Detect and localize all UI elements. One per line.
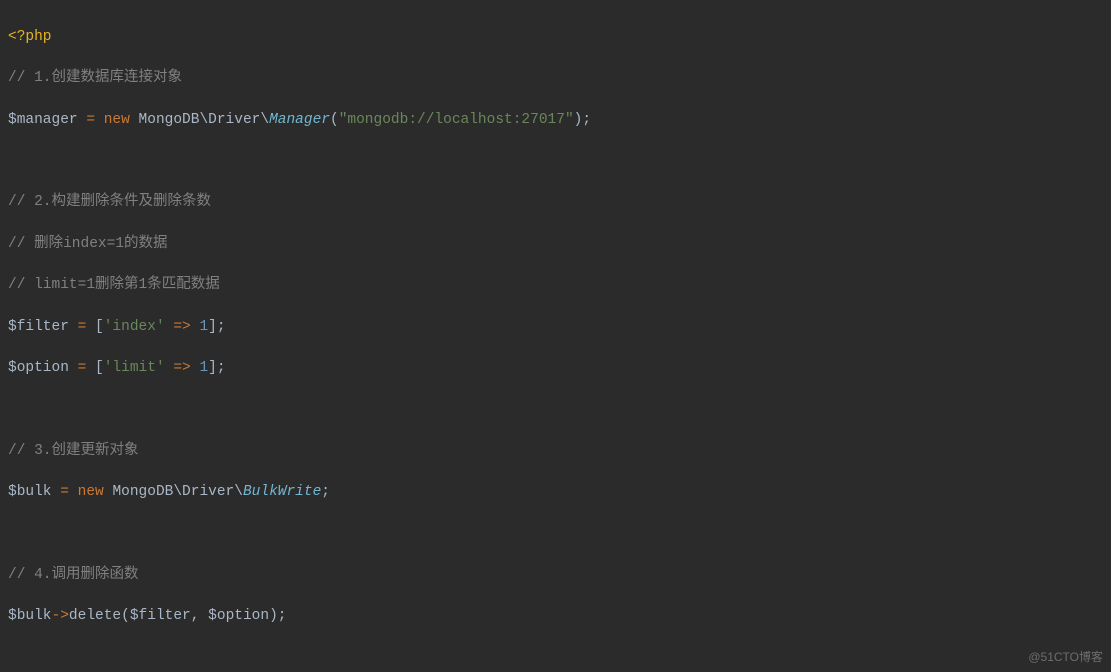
class-name: Manager: [269, 112, 330, 128]
code-line: // 4.调用删除函数: [8, 565, 1103, 586]
namespace: MongoDB\Driver\: [112, 484, 243, 500]
keyword-new: new: [78, 484, 104, 500]
class-name: BulkWrite: [243, 484, 321, 500]
blank-line: [8, 151, 1103, 172]
code-editor[interactable]: <?php // 1.创建数据库连接对象 $manager = new Mong…: [0, 0, 1111, 672]
code-line: $bulk = new MongoDB\Driver\BulkWrite;: [8, 482, 1103, 503]
watermark: @51CTO博客: [1028, 647, 1103, 668]
variable: $filter: [8, 319, 69, 335]
string: 'index': [104, 319, 165, 335]
variable: $bulk: [8, 484, 52, 500]
variable: $option: [8, 360, 69, 376]
code-line: // limit=1删除第1条匹配数据: [8, 275, 1103, 296]
code-line: // 2.构建删除条件及删除条数: [8, 192, 1103, 213]
number: 1: [199, 360, 208, 376]
variable: $manager: [8, 112, 78, 128]
code-line: $bulk->delete($filter, $option);: [8, 606, 1103, 627]
comment: // 4.调用删除函数: [8, 567, 139, 583]
code-line: $filter = ['index' => 1];: [8, 317, 1103, 338]
code-line: $option = ['limit' => 1];: [8, 358, 1103, 379]
operator: =: [86, 112, 95, 128]
php-open-tag: <?php: [8, 29, 52, 45]
blank-line: [8, 524, 1103, 545]
comment: // 2.构建删除条件及删除条数: [8, 194, 211, 210]
comment: // 3.创建更新对象: [8, 443, 139, 459]
code-line: // 1.创建数据库连接对象: [8, 68, 1103, 89]
code-line: // 3.创建更新对象: [8, 441, 1103, 462]
comment: // limit=1删除第1条匹配数据: [8, 277, 220, 293]
namespace: MongoDB\Driver\: [139, 112, 270, 128]
code-line: // 删除index=1的数据: [8, 234, 1103, 255]
string: "mongodb://localhost:27017": [339, 112, 574, 128]
number: 1: [199, 319, 208, 335]
variable: $bulk: [8, 608, 52, 624]
code-line: <?php: [8, 27, 1103, 48]
keyword-new: new: [104, 112, 130, 128]
comment: // 1.创建数据库连接对象: [8, 70, 182, 86]
comment: // 删除index=1的数据: [8, 236, 168, 252]
code-line: $manager = new MongoDB\Driver\Manager("m…: [8, 110, 1103, 131]
method: delete: [69, 608, 121, 624]
blank-line: [8, 399, 1103, 420]
blank-line: [8, 648, 1103, 669]
string: 'limit': [104, 360, 165, 376]
